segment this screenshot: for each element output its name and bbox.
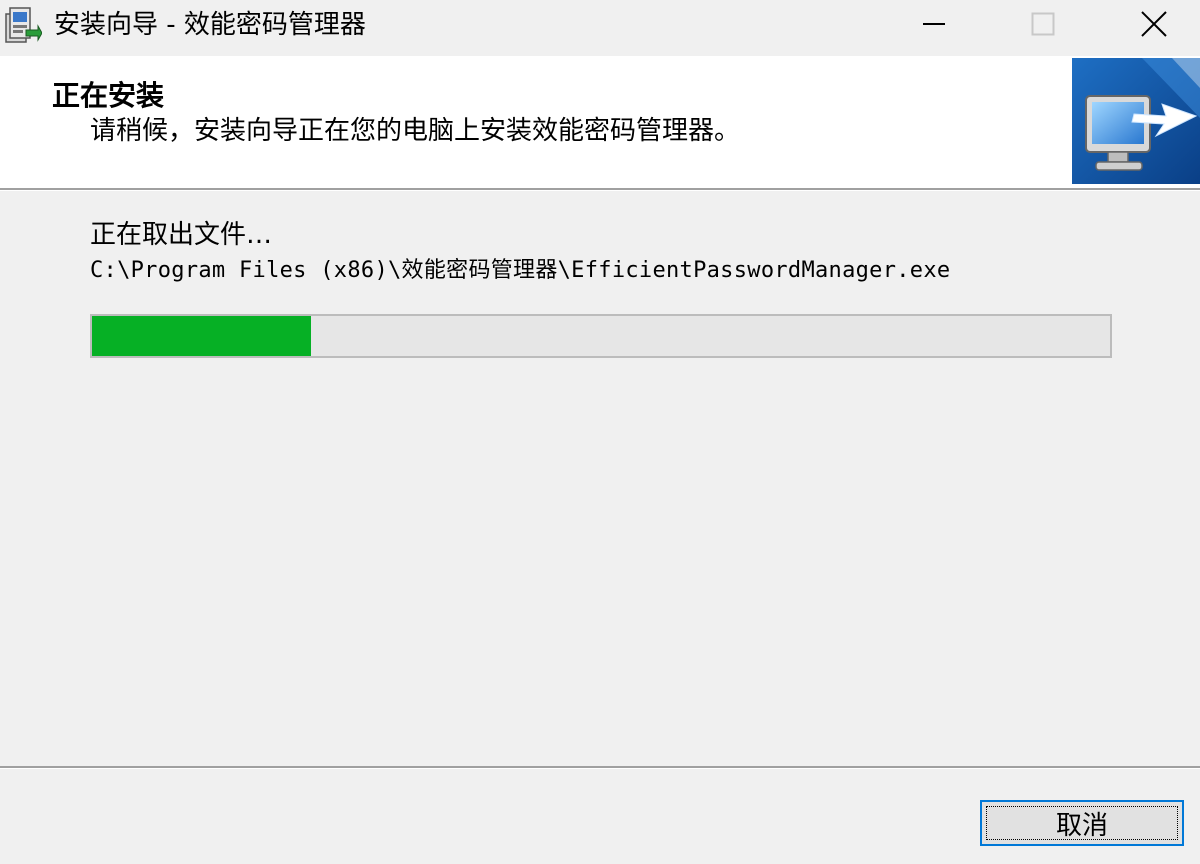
window-title: 安装向导 - 效能密码管理器 (54, 10, 366, 40)
wizard-header: 正在安装 请稍候，安装向导正在您的电脑上安装效能密码管理器。 (0, 56, 1200, 188)
minimize-button[interactable] (884, 0, 984, 52)
maximize-icon (1031, 12, 1055, 40)
focus-ring (986, 806, 1178, 840)
cancel-button[interactable]: 取消 (980, 800, 1184, 846)
close-icon (1141, 11, 1167, 41)
computer-install-icon (1072, 58, 1200, 184)
page-title: 正在安装 (52, 79, 165, 112)
maximize-button[interactable] (993, 0, 1093, 52)
page-subtitle: 请稍候，安装向导正在您的电脑上安装效能密码管理器。 (90, 116, 741, 146)
installer-window: 安装向导 - 效能密码管理器 正在安装 请稍候，安装向导正在您的电脑上安装效能密… (0, 0, 1200, 864)
title-bar[interactable]: 安装向导 - 效能密码管理器 (0, 0, 1200, 52)
progress-fill (92, 316, 311, 356)
minimize-icon (922, 12, 946, 40)
current-file-path: C:\Program Files (x86)\效能密码管理器\Efficient… (90, 258, 951, 283)
status-text: 正在取出文件… (90, 220, 273, 250)
installer-icon (4, 6, 43, 46)
footer-divider (0, 766, 1200, 769)
progress-bar (90, 314, 1112, 358)
close-button[interactable] (1104, 0, 1200, 52)
header-divider (0, 188, 1200, 191)
